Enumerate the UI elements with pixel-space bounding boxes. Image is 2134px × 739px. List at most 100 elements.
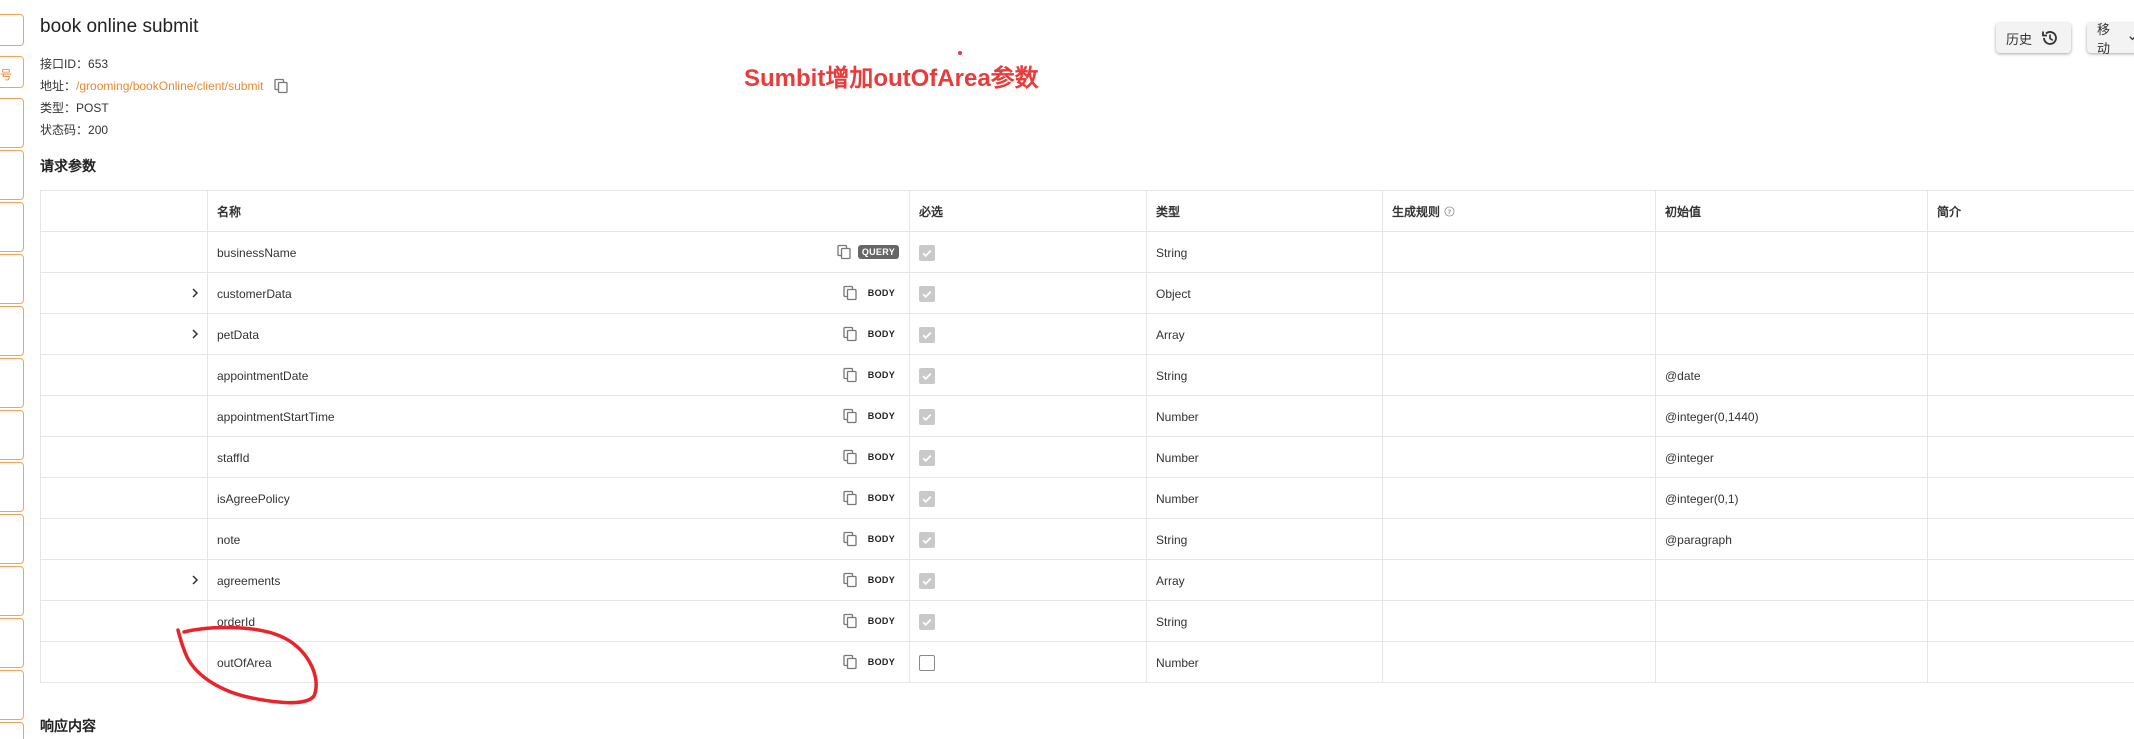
help-icon[interactable]: ?	[1444, 206, 1455, 217]
required-cell	[909, 642, 1146, 683]
type-cell: String	[1146, 232, 1382, 273]
required-cell	[909, 355, 1146, 396]
table-row: staffId BODY Number @integer	[40, 437, 2134, 478]
interface-status: 状态码：200	[40, 121, 108, 138]
name-cell: petData BODY	[207, 314, 909, 355]
param-tools: BODY	[842, 367, 899, 383]
required-cell	[909, 519, 1146, 560]
required-cell	[909, 601, 1146, 642]
type-cell: Number	[1146, 437, 1382, 478]
required-checkbox[interactable]	[919, 490, 935, 507]
initial-cell	[1655, 273, 1927, 314]
chevron-right-icon[interactable]	[188, 286, 202, 300]
desc-cell	[1927, 232, 2134, 273]
copy-icon[interactable]	[842, 367, 858, 383]
rail-item[interactable]	[0, 358, 24, 408]
address-link[interactable]: /grooming/bookOnline/client/submit	[76, 79, 263, 93]
copy-icon[interactable]	[842, 490, 858, 506]
status-value: 200	[88, 123, 109, 137]
expand-cell	[40, 396, 207, 437]
interface-address: 地址：/grooming/bookOnline/client/submit	[40, 77, 289, 94]
required-checkbox[interactable]	[919, 613, 935, 630]
required-checkbox[interactable]	[919, 367, 935, 384]
copy-icon[interactable]	[842, 285, 858, 301]
history-button[interactable]: 历史	[1996, 23, 2071, 53]
required-checkbox[interactable]	[919, 449, 935, 466]
param-name: staffId	[217, 450, 250, 465]
rail-item[interactable]	[0, 670, 24, 720]
annotation-circle	[176, 625, 318, 705]
rail-item[interactable]	[0, 410, 24, 460]
required-checkbox[interactable]	[919, 285, 935, 302]
table-row: agreements BODY Array	[40, 560, 2134, 601]
rule-cell	[1382, 232, 1655, 273]
type-cell: Array	[1146, 560, 1382, 601]
param-location-tag: BODY	[867, 329, 895, 339]
required-checkbox[interactable]	[919, 654, 935, 671]
copy-icon[interactable]	[842, 572, 858, 588]
rail-item[interactable]	[0, 202, 24, 252]
copy-icon[interactable]	[842, 326, 858, 342]
copy-icon[interactable]	[836, 244, 852, 260]
required-checkbox[interactable]	[919, 326, 935, 343]
param-location-tag: BODY	[867, 616, 895, 626]
header-rule-label: 生成规则	[1392, 205, 1441, 219]
rail-item[interactable]	[0, 254, 24, 304]
initial-cell: @integer(0,1440)	[1655, 396, 1927, 437]
table-row: businessName QUERY String	[40, 232, 2134, 273]
param-name: customerData	[217, 286, 292, 301]
param-tools: BODY	[842, 285, 899, 301]
copy-icon[interactable]	[842, 449, 858, 465]
rule-cell	[1382, 437, 1655, 478]
required-checkbox[interactable]	[919, 408, 935, 425]
copy-icon[interactable]	[842, 654, 858, 670]
rail-item[interactable]	[0, 722, 24, 739]
table-row: outOfArea BODY Number	[40, 642, 2134, 683]
request-params-title: 请求参数	[40, 158, 96, 174]
move-button[interactable]: 移动	[2087, 22, 2134, 56]
rail-item[interactable]	[0, 98, 24, 148]
status-label: 状态码：	[40, 123, 89, 137]
chevron-right-icon[interactable]	[188, 573, 202, 587]
rail-item[interactable]	[0, 514, 24, 564]
param-location-tag: BODY	[867, 534, 895, 544]
table-row: appointmentStartTime BODY Number @integer(0…	[40, 396, 2134, 437]
copy-icon[interactable]	[842, 531, 858, 547]
required-checkbox[interactable]	[919, 531, 935, 548]
required-cell	[909, 560, 1146, 601]
rule-cell	[1382, 355, 1655, 396]
rail-item[interactable]	[0, 306, 24, 356]
rail-item-label: 号	[0, 68, 13, 82]
chevron-down-icon	[2129, 36, 2134, 41]
required-checkbox[interactable]	[919, 244, 935, 261]
left-rail: 号	[0, 0, 24, 739]
initial-cell	[1655, 560, 1927, 601]
table-row: note BODY String @paragraph	[40, 519, 2134, 560]
initial-cell	[1655, 314, 1927, 355]
expand-cell	[40, 273, 207, 314]
rail-item[interactable]	[0, 566, 24, 616]
table-row: isAgreePolicy BODY Number @integer(0,1)	[40, 478, 2134, 519]
rule-cell	[1382, 396, 1655, 437]
header-expand	[40, 191, 207, 232]
param-tools: BODY	[842, 613, 899, 629]
param-name: appointmentDate	[217, 368, 309, 383]
param-name: note	[217, 532, 241, 547]
param-tools: BODY	[842, 490, 899, 506]
rail-item[interactable]	[0, 150, 24, 200]
rail-item[interactable]	[0, 14, 24, 46]
desc-cell	[1927, 355, 2134, 396]
param-tools: BODY	[842, 326, 899, 342]
rule-cell	[1382, 478, 1655, 519]
header-name: 名称	[207, 191, 909, 232]
header-initial: 初始值	[1655, 191, 1927, 232]
rail-item[interactable]	[0, 618, 24, 668]
copy-icon[interactable]	[842, 408, 858, 424]
copy-icon[interactable]	[273, 78, 289, 94]
rail-item[interactable]	[0, 462, 24, 512]
copy-icon[interactable]	[842, 613, 858, 629]
chevron-right-icon[interactable]	[188, 327, 202, 341]
required-checkbox[interactable]	[919, 572, 935, 589]
type-cell: String	[1146, 519, 1382, 560]
expand-cell	[40, 560, 207, 601]
